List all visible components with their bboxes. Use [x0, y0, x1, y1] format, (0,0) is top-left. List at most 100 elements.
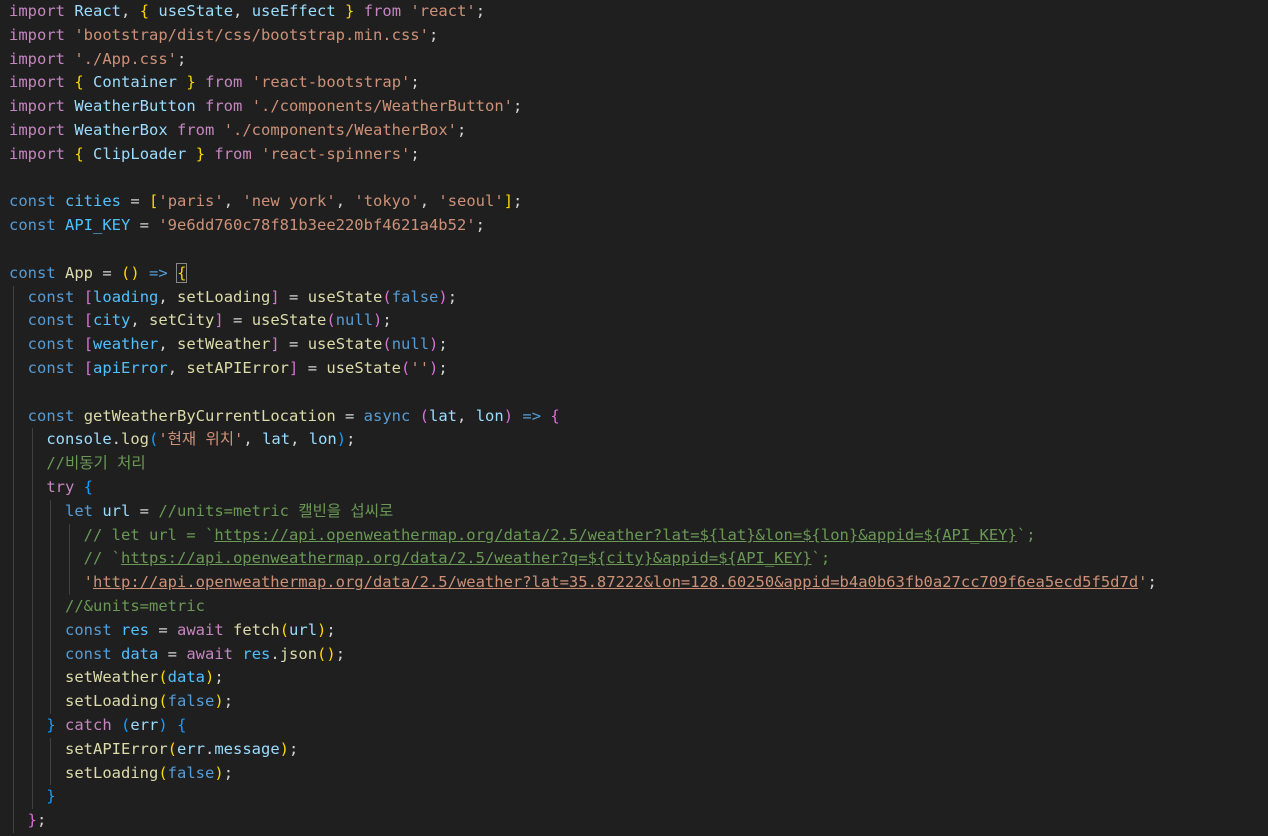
code-line[interactable]: let url = //units=metric 캘빈을 섭씨로	[9, 500, 1157, 524]
code-token: {	[139, 2, 150, 20]
code-token: from	[205, 97, 243, 116]
code-token: }	[27, 811, 38, 830]
code-line[interactable]: };	[9, 809, 1157, 833]
code-token: from	[177, 120, 215, 139]
indent-guide	[50, 737, 52, 786]
code-area[interactable]: import React, { useState, useEffect } fr…	[9, 0, 1157, 833]
code-line[interactable]: }	[9, 785, 1157, 809]
code-token: '	[83, 573, 93, 592]
code-line[interactable]: setLoading(false);	[9, 762, 1157, 786]
indent-guide	[68, 523, 70, 595]
code-line[interactable]: //비동기 처리	[9, 452, 1157, 476]
code-token: .	[111, 430, 121, 449]
code-token: =	[121, 192, 150, 211]
code-line[interactable]: const [city, setCity] = useState(null);	[9, 309, 1157, 333]
code-line[interactable]: const [apiError, setAPIError] = useState…	[9, 357, 1157, 381]
code-token: url	[102, 501, 131, 520]
code-line[interactable]: } catch (err) {	[9, 714, 1157, 738]
code-line[interactable]: const res = await fetch(url);	[9, 619, 1157, 643]
code-token: import	[9, 25, 65, 44]
code-token: }	[186, 73, 196, 92]
code-line[interactable]	[9, 167, 1157, 191]
code-line[interactable]: import WeatherButton from './components/…	[9, 95, 1157, 119]
code-line[interactable]: const cities = ['paris', 'new york', 'to…	[9, 190, 1157, 214]
code-line[interactable]: try {	[9, 476, 1157, 500]
code-token: ;	[37, 811, 47, 830]
code-token: 'seoul'	[438, 192, 504, 211]
code-line[interactable]: const data = await res.json();	[9, 643, 1157, 667]
code-token: [	[83, 335, 94, 354]
code-line[interactable]: import WeatherBox from './components/Wea…	[9, 119, 1157, 143]
code-token: './components/WeatherBox'	[223, 120, 457, 139]
code-line[interactable]: import React, { useState, useEffect } fr…	[9, 0, 1157, 24]
code-token: )	[336, 430, 347, 449]
code-token: const	[27, 358, 75, 377]
code-line[interactable]: console.log('현재 위치', lat, lon);	[9, 428, 1157, 452]
code-line[interactable]: 'http://api.openweathermap.org/data/2.5/…	[9, 571, 1157, 595]
code-token: weather	[93, 335, 159, 354]
code-token: const	[65, 644, 112, 663]
code-token: ]	[270, 287, 280, 306]
code-line[interactable]: const App = () => {	[9, 262, 1157, 286]
code-line[interactable]: import { ClipLoader } from 'react-spinne…	[9, 143, 1157, 167]
code-line[interactable]: setAPIError(err.message);	[9, 738, 1157, 762]
code-token: res	[121, 620, 150, 639]
code-token: import	[9, 73, 65, 92]
code-token: err	[130, 715, 159, 734]
code-token: =>	[522, 406, 542, 425]
code-token: from	[214, 144, 252, 163]
code-token: null	[335, 311, 374, 330]
code-token: {	[176, 262, 188, 283]
code-token: 'react-bootstrap'	[251, 73, 411, 92]
code-token: =	[158, 644, 187, 663]
code-line[interactable]	[9, 238, 1157, 262]
code-token: try	[46, 477, 75, 496]
code-line[interactable]	[9, 381, 1157, 405]
code-token: // `	[83, 549, 121, 568]
code-token: (	[401, 358, 411, 377]
code-line[interactable]: import './App.css';	[9, 48, 1157, 72]
code-token: ,	[233, 2, 252, 20]
code-token: json	[279, 644, 318, 663]
code-token: ,	[158, 287, 178, 306]
code-line[interactable]: //&units=metric	[9, 595, 1157, 619]
code-token: (	[167, 739, 177, 758]
code-token: useState	[307, 335, 383, 354]
code-token: ;	[475, 216, 485, 235]
code-line[interactable]: setWeather(data);	[9, 666, 1157, 690]
code-token: ;	[512, 97, 523, 116]
code-line[interactable]: const [weather, setWeather] = useState(n…	[9, 333, 1157, 357]
code-editor[interactable]: import React, { useState, useEffect } fr…	[0, 0, 1268, 836]
code-token: {	[83, 477, 94, 496]
code-line[interactable]: // let url = `https://api.openweathermap…	[9, 524, 1157, 548]
code-token: const	[9, 192, 56, 211]
code-token: '	[1138, 573, 1148, 592]
code-token: import	[9, 144, 65, 163]
code-line[interactable]: const [loading, setLoading] = useState(f…	[9, 286, 1157, 310]
code-line[interactable]: import { Container } from 'react-bootstr…	[9, 71, 1157, 95]
code-token: ,	[243, 430, 263, 449]
code-line[interactable]: setLoading(false);	[9, 690, 1157, 714]
code-line[interactable]: import 'bootstrap/dist/css/bootstrap.min…	[9, 24, 1157, 48]
code-token: import	[9, 49, 65, 68]
code-line[interactable]: const API_KEY = '9e6dd760c78f81b3ee220bf…	[9, 214, 1157, 238]
code-line[interactable]: // `https://api.openweathermap.org/data/…	[9, 547, 1157, 571]
code-token: {	[550, 406, 560, 425]
code-line[interactable]: const getWeatherByCurrentLocation = asyn…	[9, 405, 1157, 429]
code-token: err	[177, 739, 205, 758]
